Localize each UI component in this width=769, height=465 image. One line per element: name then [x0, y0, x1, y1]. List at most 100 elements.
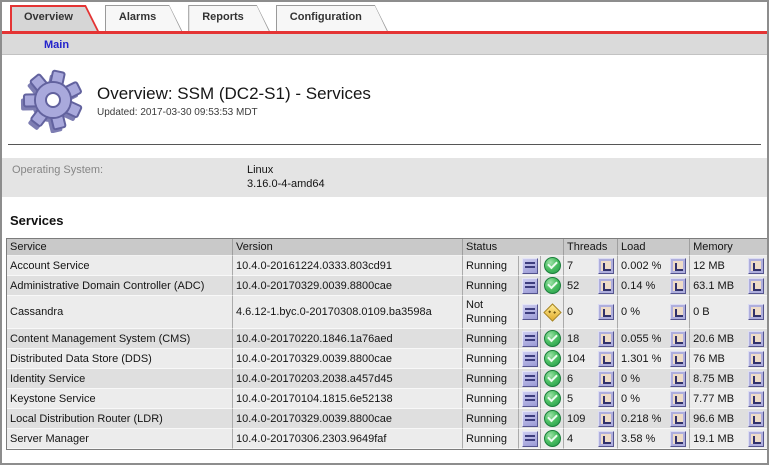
chart-icon[interactable] [670, 431, 686, 447]
chart-icon[interactable] [598, 411, 614, 427]
chart-icon[interactable] [598, 371, 614, 387]
chart-icon[interactable] [670, 411, 686, 427]
service-threads: 109 [564, 409, 595, 429]
service-status: Running [463, 349, 519, 369]
table-row: Keystone Service10.4.0-20170104.1815.6e5… [7, 389, 768, 409]
chart-icon[interactable] [670, 304, 686, 320]
chart-icon-cell [744, 256, 768, 276]
service-name: Distributed Data Store (DDS) [7, 349, 233, 369]
service-status: Running [463, 429, 519, 449]
service-memory: 96.6 MB [690, 409, 744, 429]
tab-overview[interactable]: Overview [10, 5, 99, 31]
service-name: Identity Service [7, 369, 233, 389]
tab-reports[interactable]: Reports [188, 5, 270, 31]
service-status: Running [463, 329, 519, 349]
report-icon[interactable] [522, 304, 538, 320]
table-row: Cassandra4.6.12-1.byc.0-20170308.0109.ba… [7, 296, 768, 329]
service-memory: 63.1 MB [690, 276, 744, 296]
report-icon[interactable] [522, 431, 538, 447]
status-warning-icon [543, 303, 561, 321]
chart-icon-cell [667, 369, 690, 389]
chart-icon[interactable] [748, 391, 764, 407]
report-icon[interactable] [522, 391, 538, 407]
chart-icon-cell [744, 389, 768, 409]
chart-icon[interactable] [598, 331, 614, 347]
os-name: Linux [247, 163, 767, 177]
updated-timestamp: Updated: 2017-03-30 09:53:53 MDT [97, 107, 371, 118]
table-header-row: Service Version Status Threads Load Memo… [7, 239, 768, 256]
service-status: Running [463, 369, 519, 389]
chart-icon-cell [744, 429, 768, 449]
tab-configuration[interactable]: Configuration [276, 5, 388, 31]
chart-icon[interactable] [748, 304, 764, 320]
service-version: 10.4.0-20161224.0333.803cd91 [233, 256, 463, 276]
chart-icon[interactable] [598, 391, 614, 407]
subnav-main-link[interactable]: Main [44, 39, 69, 51]
table-row: Administrative Domain Controller (ADC)10… [7, 276, 768, 296]
state-icon-cell [541, 349, 564, 369]
chart-icon[interactable] [748, 258, 764, 274]
os-label: Operating System: [12, 163, 103, 177]
chart-icon[interactable] [748, 278, 764, 294]
tab-alarms[interactable]: Alarms [105, 5, 182, 31]
chart-icon[interactable] [670, 331, 686, 347]
service-version: 10.4.0-20170329.0039.8800cae [233, 349, 463, 369]
chart-icon-cell [595, 329, 618, 349]
service-memory: 7.77 MB [690, 389, 744, 409]
chart-icon[interactable] [598, 304, 614, 320]
service-version: 10.4.0-20170220.1846.1a76aed [233, 329, 463, 349]
service-threads: 4 [564, 429, 595, 449]
service-status: Running [463, 276, 519, 296]
report-icon[interactable] [522, 258, 538, 274]
report-icon[interactable] [522, 371, 538, 387]
chart-icon-cell [744, 329, 768, 349]
chart-icon-cell [595, 369, 618, 389]
services-table: Service Version Status Threads Load Memo… [6, 238, 769, 450]
col-version: Version [233, 239, 463, 256]
chart-icon[interactable] [598, 278, 614, 294]
chart-icon[interactable] [598, 351, 614, 367]
service-version: 10.4.0-20170104.1815.6e52138 [233, 389, 463, 409]
chart-icon[interactable] [670, 371, 686, 387]
report-icon-cell [519, 349, 541, 369]
service-load: 0 % [618, 389, 667, 409]
report-icon-cell [519, 296, 541, 329]
table-row: Server Manager10.4.0-20170306.2303.9649f… [7, 429, 768, 449]
status-ok-icon [544, 277, 561, 294]
status-ok-icon [544, 410, 561, 427]
chart-icon[interactable] [748, 371, 764, 387]
chart-icon[interactable] [670, 278, 686, 294]
state-icon-cell [541, 329, 564, 349]
chart-icon[interactable] [598, 258, 614, 274]
chart-icon[interactable] [748, 351, 764, 367]
service-version: 10.4.0-20170203.2038.a457d45 [233, 369, 463, 389]
tab-label: Overview [10, 5, 99, 30]
service-load: 0.055 % [618, 329, 667, 349]
chart-icon[interactable] [598, 431, 614, 447]
chart-icon[interactable] [748, 431, 764, 447]
state-icon-cell [541, 429, 564, 449]
status-ok-icon [544, 390, 561, 407]
chart-icon[interactable] [670, 258, 686, 274]
report-icon[interactable] [522, 411, 538, 427]
status-ok-icon [544, 370, 561, 387]
service-threads: 104 [564, 349, 595, 369]
service-version: 10.4.0-20170329.0039.8800cae [233, 276, 463, 296]
chart-icon[interactable] [748, 331, 764, 347]
gear-icon [20, 69, 84, 133]
chart-icon-cell [595, 296, 618, 329]
state-icon-cell [541, 276, 564, 296]
service-memory: 0 B [690, 296, 744, 329]
report-icon[interactable] [522, 278, 538, 294]
chart-icon-cell [595, 429, 618, 449]
chart-icon[interactable] [670, 351, 686, 367]
report-icon-cell [519, 369, 541, 389]
report-icon[interactable] [522, 351, 538, 367]
chart-icon[interactable] [670, 391, 686, 407]
app-window: Overview Alarms Reports Configuration Ma… [0, 0, 769, 465]
state-icon-cell [541, 409, 564, 429]
chart-icon-cell [744, 409, 768, 429]
report-icon[interactable] [522, 331, 538, 347]
service-version: 4.6.12-1.byc.0-20170308.0109.ba3598a [233, 296, 463, 329]
chart-icon[interactable] [748, 411, 764, 427]
